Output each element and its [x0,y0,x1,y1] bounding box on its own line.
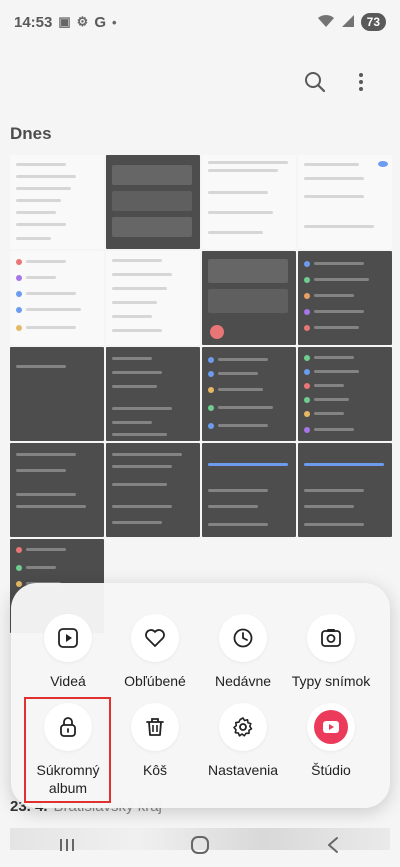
image-type-icon [307,614,355,662]
home-button[interactable] [180,830,220,860]
menu-item-favorites[interactable]: Obľúbené [109,614,201,690]
gear-icon [219,703,267,751]
menu-item-trash[interactable]: Kôš [109,703,201,779]
studio-icon [307,703,355,751]
recent-apps-button[interactable] [47,830,87,860]
menu-item-image-types[interactable]: Typy snímok [285,614,377,690]
back-button[interactable] [313,830,353,860]
clock-icon [219,614,267,662]
trash-icon [131,703,179,751]
menu-item-videos[interactable]: Videá [22,614,114,690]
heart-icon [131,614,179,662]
menu-item-studio[interactable]: Štúdio [285,703,377,779]
menu-item-recent[interactable]: Nedávne [197,614,289,690]
nav-bar [0,823,400,867]
play-icon [44,614,92,662]
highlight-box [24,697,111,803]
menu-item-settings[interactable]: Nastavenia [197,703,289,779]
